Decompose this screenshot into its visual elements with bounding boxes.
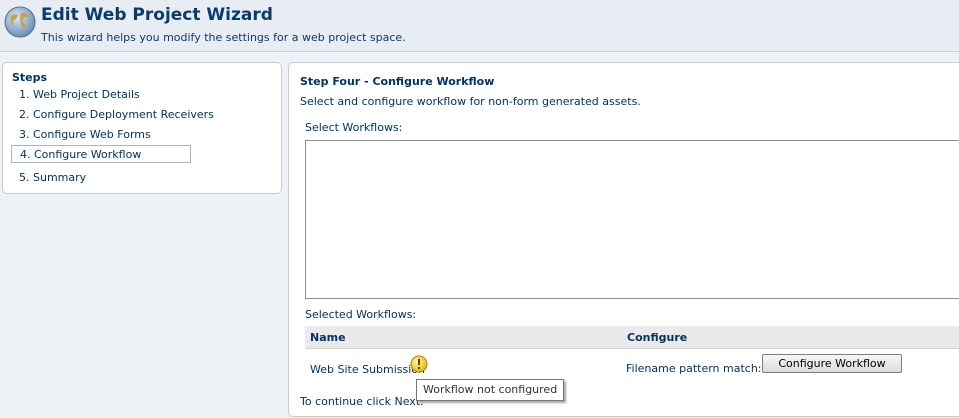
step-heading: Step Four - Configure Workflow — [300, 75, 495, 88]
steps-panel: Steps 1. Web Project Details 2. Configur… — [2, 62, 282, 194]
wizard-description: This wizard helps you modify the setting… — [41, 31, 406, 44]
wizard-title: Edit Web Project Wizard — [41, 5, 273, 25]
filename-pattern-text: Filename pattern match: .* — [626, 362, 775, 375]
configure-workflow-button[interactable]: Configure Workflow — [762, 354, 902, 373]
content-panel: Step Four - Configure Workflow Select an… — [288, 62, 959, 417]
column-header-configure: Configure — [627, 331, 688, 344]
step-summary: 5. Summary — [19, 171, 87, 184]
step-configure-web-forms: 3. Configure Web Forms — [19, 128, 151, 141]
wizard-header: Edit Web Project Wizard This wizard help… — [0, 0, 959, 52]
warning-icon[interactable] — [410, 355, 428, 373]
step-web-project-details: 1. Web Project Details — [19, 88, 140, 101]
select-workflows-list[interactable] — [305, 140, 959, 299]
step-description: Select and configure workflow for non-fo… — [300, 95, 641, 108]
continue-instruction: To continue click Next. — [300, 395, 424, 408]
steps-title: Steps — [12, 71, 48, 84]
workflow-name: Web Site Submission — [310, 363, 426, 376]
step-configure-workflow: 4. Configure Workflow — [11, 145, 191, 163]
select-workflows-label: Select Workflows: — [305, 121, 403, 134]
selected-workflows-label: Selected Workflows: — [305, 308, 417, 321]
column-header-name: Name — [310, 331, 346, 344]
workflow-warning-tooltip: Workflow not configured — [416, 379, 565, 401]
selected-workflows-table-header: Name Configure — [305, 326, 959, 349]
step-configure-deployment-receivers: 2. Configure Deployment Receivers — [19, 108, 214, 121]
globe-icon — [4, 6, 36, 38]
